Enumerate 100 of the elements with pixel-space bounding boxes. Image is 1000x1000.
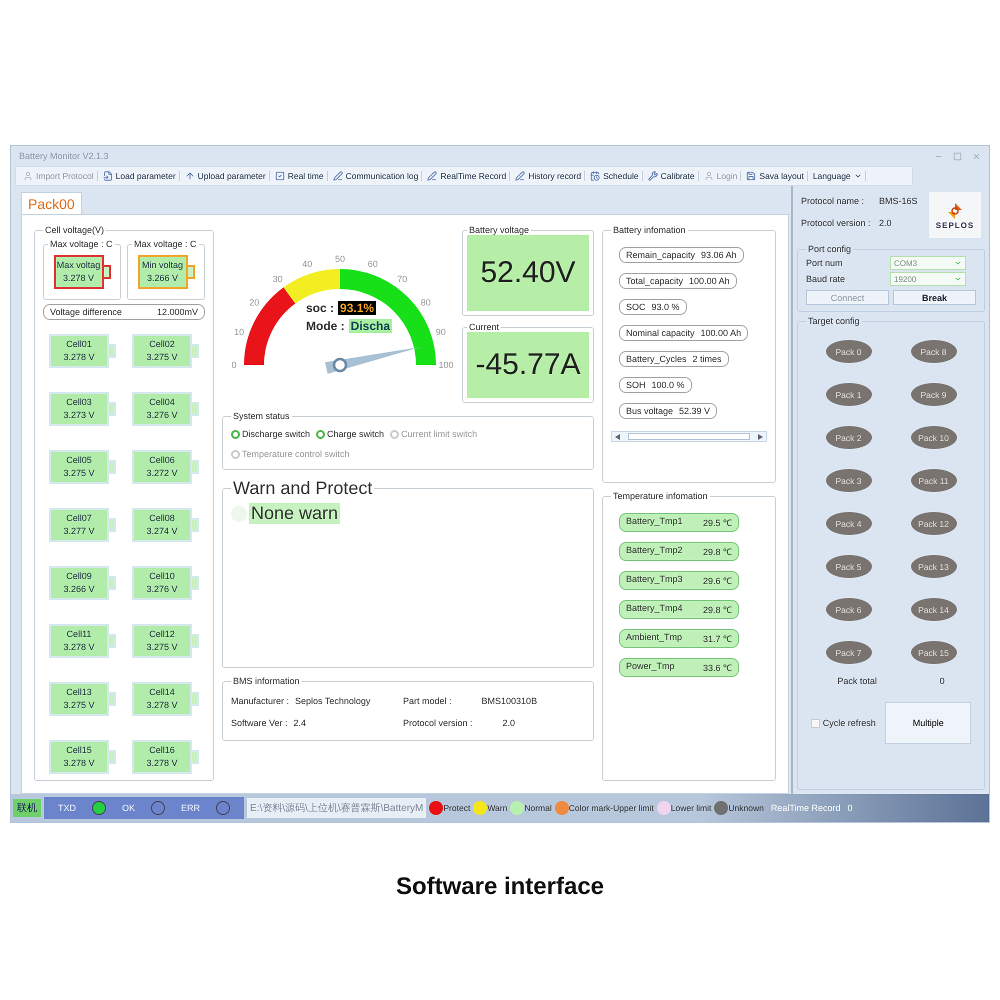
button[interactable]: Break	[893, 290, 976, 305]
battery-terminal	[192, 518, 199, 532]
battery-terminal	[109, 634, 116, 648]
info-field: Manufacturer : Seplos Technology	[231, 696, 403, 706]
pen-icon	[332, 171, 343, 181]
legend-label: Unknown	[728, 803, 764, 813]
group-title: Port config	[807, 244, 852, 254]
battery-terminal	[192, 460, 199, 474]
battery-terminal	[109, 518, 116, 532]
close-icon[interactable]	[972, 152, 981, 160]
battery-terminal	[109, 344, 116, 358]
legend-label: Protect	[443, 803, 470, 813]
pack-button[interactable]: Pack 14	[910, 598, 956, 621]
button[interactable]: Multiple	[885, 702, 972, 744]
checkbox-icon	[274, 171, 285, 181]
battery-cell: Cell08 3.274 V	[132, 508, 192, 542]
gauge-tick-label: 30	[272, 274, 283, 284]
battery-terminal	[109, 576, 116, 590]
battery-terminal	[109, 460, 116, 474]
info-field: Software Ver : 2.4	[231, 718, 403, 728]
toolbar-button[interactable]: Communication log	[330, 171, 422, 181]
gauge-tick-label: 10	[234, 327, 244, 338]
pack-button[interactable]: Pack 8	[910, 340, 956, 363]
pack-button[interactable]: Pack 6	[826, 598, 872, 621]
pack-button[interactable]: Pack 12	[910, 512, 956, 535]
pack-button[interactable]: Pack 10	[910, 426, 956, 449]
wrench-icon	[648, 171, 658, 181]
toolbar-button[interactable]: Schedule	[587, 171, 643, 181]
pack-button[interactable]: Pack 5	[826, 555, 872, 578]
toolbar-button[interactable]: History record	[512, 171, 586, 181]
warning-text: None warn	[249, 503, 340, 524]
maximize-icon[interactable]	[953, 152, 962, 160]
status-indicator: Temperature control switch	[231, 449, 350, 459]
group-title: Temperature infomation	[612, 491, 709, 501]
battery-cell: Cell11 3.278 V	[49, 624, 109, 658]
voltage-difference-field: Voltage difference 12.000mV	[43, 304, 205, 320]
gauge-tick-label: 40	[302, 259, 312, 270]
path-field: E:\资料\源码\上位机\赛普霖斯\BatteryM	[247, 798, 426, 818]
gauge-middle-band	[284, 269, 341, 304]
battery-cell: Cell03 3.273 V	[49, 392, 109, 426]
battery-terminal	[109, 692, 116, 706]
gauge-tick-label: 0	[232, 360, 236, 370]
battery-cell: Cell01 3.278 V	[49, 334, 109, 368]
gauge-tick-label: 60	[368, 259, 378, 270]
temperature-field: Power_Tmp 33.6 ℃	[619, 658, 739, 677]
toolbar-button[interactable]: Load parameter	[100, 171, 180, 181]
toolbar-button[interactable]: RealTime Record	[424, 171, 510, 181]
current-value: -45.77A	[467, 332, 589, 398]
pack-button[interactable]: Pack 2	[826, 426, 872, 449]
info-field: Bus voltage 52.39 V	[619, 403, 718, 419]
pack-button[interactable]: Pack 13	[910, 555, 956, 578]
pack-button[interactable]: Pack 11	[910, 469, 956, 492]
status-indicator: Charge switch	[316, 429, 384, 439]
pack-button[interactable]: Pack 0	[826, 340, 872, 363]
caption: Software interface	[396, 873, 604, 901]
info-field: Protocol version : 2.0	[403, 718, 585, 728]
tab[interactable]: Pack00	[21, 192, 82, 214]
toolbar-button[interactable]: Sava layout	[743, 171, 808, 181]
pen-icon	[427, 171, 438, 181]
protocol-field: Protocol version : 2.0	[801, 218, 918, 228]
group-title: Battery voltage	[468, 225, 530, 235]
field-label: Pack total	[837, 676, 877, 686]
group-title: Max voltage : C	[133, 239, 198, 249]
temperature-field: Battery_Tmp3 29.6 ℃	[619, 571, 739, 590]
arrow-up-icon	[184, 171, 195, 181]
battery-terminal	[192, 344, 199, 358]
window-title: Battery Monitor V2.1.3	[19, 151, 109, 161]
battery-terminal	[192, 750, 199, 764]
pack-button[interactable]: Pack 9	[910, 383, 956, 406]
battery-cell: Max voltag 3.278 V	[54, 255, 104, 289]
file-icon	[102, 171, 113, 181]
toolbar-button[interactable]: Language	[810, 171, 866, 181]
toolbar-button[interactable]: Real time	[272, 171, 328, 181]
mode-value: Discha	[348, 319, 392, 333]
toolbar-button[interactable]: Calibrate	[644, 171, 699, 181]
info-field: Total_capacity 100.00 Ah	[619, 273, 737, 289]
checkbox[interactable]: Cycle refresh	[810, 718, 876, 728]
group-title: BMS information	[232, 676, 301, 686]
group-title: Max voltage : C	[49, 239, 114, 249]
logo-text: SEPLOS	[936, 220, 974, 230]
indicator-label: ERR	[181, 803, 200, 813]
gauge-tick-label: 80	[420, 298, 431, 308]
info-field: Part model : BMS100310B	[403, 696, 585, 706]
pack-button[interactable]: Pack 3	[826, 469, 872, 492]
field-label: Baud rate	[806, 274, 846, 284]
group-title: System status	[232, 411, 291, 421]
battery-terminal	[192, 692, 199, 706]
pack-button[interactable]: Pack 4	[826, 512, 872, 535]
battery-terminal	[109, 750, 116, 764]
group-title: Cell voltage(V)	[44, 225, 106, 235]
pack-button[interactable]: Pack 1	[826, 383, 872, 406]
pack-button[interactable]: Pack 7	[826, 641, 872, 664]
user-icon	[704, 171, 714, 181]
battery-cell: Cell15 3.278 V	[49, 740, 109, 774]
pack-button[interactable]: Pack 15	[910, 641, 956, 664]
info-field: SOC 93.0 %	[619, 299, 687, 315]
scroll-thumb[interactable]	[628, 433, 750, 440]
scroll-right-icon	[758, 434, 763, 440]
toolbar-button[interactable]: Upload parameter	[182, 171, 270, 181]
soc-label: soc :	[306, 301, 334, 315]
